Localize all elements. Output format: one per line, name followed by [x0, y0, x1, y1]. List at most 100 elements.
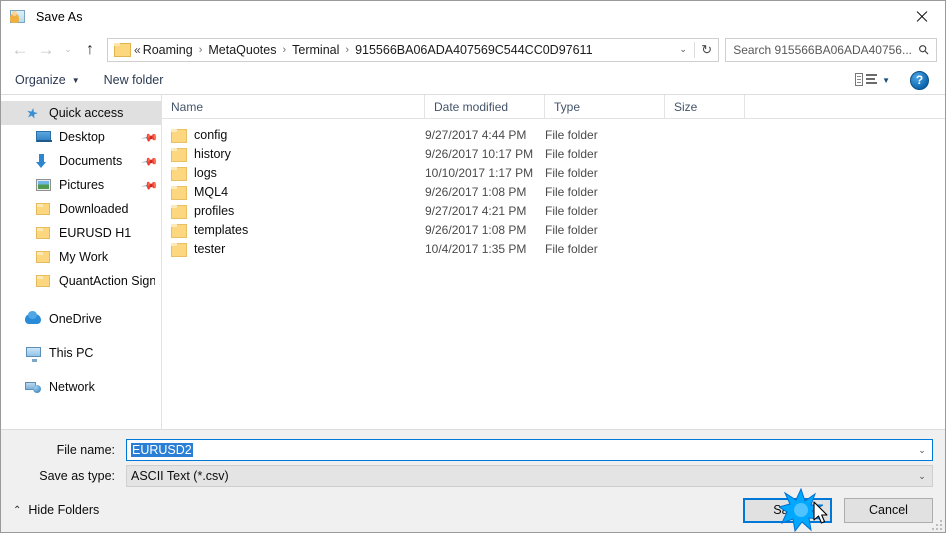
help-icon[interactable]: ? — [910, 70, 929, 90]
column-header-name[interactable]: Name ⌃ — [162, 94, 425, 119]
file-name-cell: config — [162, 127, 425, 143]
sidebar-item-pictures[interactable]: Pictures 📌 — [1, 173, 161, 197]
navigation-bar: ← → ⌄ ↑ « Roaming › MetaQuotes › Termina… — [1, 33, 945, 66]
file-name-cell: profiles — [162, 204, 425, 219]
column-header-size[interactable]: Size — [665, 94, 745, 119]
table-row[interactable]: tester 10/4/2017 1:35 PM File folder — [162, 239, 945, 258]
folder-icon — [35, 249, 52, 265]
table-row[interactable]: history 9/26/2017 10:17 PM File folder — [162, 144, 945, 163]
breadcrumb-item-roaming[interactable]: Roaming — [143, 43, 193, 57]
navigation-pane: ★ Quick access Desktop 📌 Documents 📌 Pic… — [1, 95, 162, 429]
save-as-type-select[interactable]: ASCII Text (*.csv) ⌄ — [126, 465, 933, 487]
hide-folders-button[interactable]: ⌃ Hide Folders — [13, 503, 99, 517]
table-row[interactable]: profiles 9/27/2017 4:21 PM File folder — [162, 201, 945, 220]
file-name-label: tester — [194, 241, 226, 256]
table-row[interactable]: templates 9/26/2017 1:08 PM File folder — [162, 220, 945, 239]
sidebar-item-my-work[interactable]: My Work — [1, 245, 161, 269]
breadcrumb-overflow[interactable]: « — [134, 43, 141, 57]
view-options-chevron-icon[interactable]: ▼ — [882, 76, 890, 85]
save-form: File name: EURUSD2 ⌄ Save as type: ASCII… — [1, 429, 945, 488]
search-input[interactable]: Search 915566BA06ADA40756... — [733, 43, 912, 57]
sidebar-item-desktop[interactable]: Desktop 📌 — [1, 125, 161, 149]
cancel-button[interactable]: Cancel — [844, 497, 933, 523]
file-name-row: File name: EURUSD2 ⌄ — [13, 439, 933, 461]
folder-icon — [171, 204, 187, 219]
column-header-date-modified[interactable]: Date modified — [425, 94, 545, 119]
sidebar-item-label: Downloaded — [59, 202, 129, 216]
sidebar-item-this-pc[interactable]: This PC — [1, 341, 161, 365]
file-type-cell: File folder — [545, 127, 598, 142]
refresh-button[interactable]: ↻ — [694, 41, 718, 58]
forward-button[interactable]: → — [33, 38, 59, 62]
chevron-down-icon: ⌄ — [679, 44, 687, 54]
documents-icon — [35, 153, 52, 169]
file-name-label: config — [194, 127, 228, 142]
table-row[interactable]: logs 10/10/2017 1:17 PM File folder — [162, 163, 945, 182]
folder-icon — [35, 225, 52, 241]
file-type-cell: File folder — [545, 184, 598, 199]
file-date-cell: 10/4/2017 1:35 PM — [425, 241, 527, 256]
sidebar-item-downloaded[interactable]: Downloaded — [1, 197, 161, 221]
sidebar-item-label: QuantAction Signal — [59, 274, 155, 288]
address-dropdown-button[interactable]: ⌄ — [672, 44, 694, 55]
new-folder-button[interactable]: New folder — [104, 73, 164, 87]
breadcrumb-item-terminal[interactable]: Terminal — [292, 43, 339, 57]
sidebar-item-eurusd-h1[interactable]: EURUSD H1 — [1, 221, 161, 245]
this-pc-icon — [25, 345, 42, 362]
file-date-cell: 9/26/2017 10:17 PM — [425, 146, 534, 161]
file-type-cell: File folder — [545, 222, 598, 237]
file-type-cell: File folder — [545, 241, 598, 256]
folder-icon — [171, 242, 187, 257]
file-name-value[interactable]: EURUSD2 — [127, 443, 912, 457]
star-icon: ★ — [24, 103, 41, 123]
back-arrow-icon: ← — [11, 40, 29, 59]
address-bar[interactable]: « Roaming › MetaQuotes › Terminal › 9155… — [107, 37, 720, 62]
sidebar-item-quick-access[interactable]: ★ Quick access — [1, 101, 161, 125]
recent-locations-chevron-icon: ⌄ — [64, 44, 72, 54]
file-list: config 9/27/2017 4:44 PM File folder his… — [162, 119, 945, 429]
sidebar-item-network[interactable]: Network — [1, 375, 161, 399]
table-row[interactable]: config 9/27/2017 4:44 PM File folder — [162, 125, 945, 144]
file-date-cell: 9/27/2017 4:21 PM — [425, 203, 527, 218]
sidebar-item-quantaction-signal[interactable]: QuantAction Signal — [1, 269, 161, 293]
up-one-level-button[interactable]: ↑ — [77, 38, 103, 62]
save-as-type-dropdown-button[interactable]: ⌄ — [912, 471, 932, 482]
breadcrumb-item-metaquotes[interactable]: MetaQuotes — [208, 43, 276, 57]
organize-button[interactable]: Organize ▼ — [15, 73, 80, 87]
network-icon — [25, 379, 42, 395]
sidebar-item-label: This PC — [49, 346, 94, 360]
folder-icon — [171, 128, 187, 143]
sidebar-item-documents[interactable]: Documents 📌 — [1, 149, 161, 173]
view-layout-icon[interactable] — [855, 72, 878, 88]
back-button[interactable]: ← — [7, 38, 33, 62]
file-name-label: history — [194, 146, 231, 161]
search-box[interactable]: Search 915566BA06ADA40756... ⚲ — [725, 37, 937, 62]
file-date-cell: 9/26/2017 1:08 PM — [425, 184, 527, 199]
save-button[interactable]: Save — [743, 497, 832, 523]
sidebar-item-label: OneDrive — [49, 312, 102, 326]
chevron-down-icon: ⌄ — [918, 470, 926, 481]
column-header-label: Date modified — [434, 99, 509, 114]
recent-locations-button[interactable]: ⌄ — [59, 38, 77, 62]
table-row[interactable]: MQL4 9/26/2017 1:08 PM File folder — [162, 182, 945, 201]
file-name-cell: logs — [162, 166, 425, 181]
column-header-type[interactable]: Type — [545, 94, 665, 119]
command-toolbar: Organize ▼ New folder ▼ ? — [1, 66, 945, 95]
folder-icon — [35, 273, 52, 289]
breadcrumb-item-guid[interactable]: 915566BA06ADA407569C544CC0D97611 — [355, 43, 592, 57]
folder-icon — [171, 147, 187, 162]
close-button[interactable] — [899, 1, 945, 32]
chevron-up-icon: ⌃ — [13, 504, 22, 516]
sidebar-item-onedrive[interactable]: OneDrive — [1, 307, 161, 331]
sidebar-item-label: EURUSD H1 — [59, 226, 132, 240]
file-name-cell: tester — [162, 241, 425, 257]
file-name-selected-text: EURUSD2 — [131, 443, 193, 457]
file-name-label: File name: — [56, 443, 115, 457]
hide-folders-label: Hide Folders — [28, 503, 100, 517]
file-name-cell: MQL4 — [162, 185, 425, 200]
resize-grip[interactable] — [930, 518, 942, 530]
file-name-input[interactable]: EURUSD2 ⌄ — [126, 439, 933, 461]
save-as-type-label: Save as type: — [39, 469, 115, 483]
file-name-dropdown-button[interactable]: ⌄ — [912, 445, 932, 456]
